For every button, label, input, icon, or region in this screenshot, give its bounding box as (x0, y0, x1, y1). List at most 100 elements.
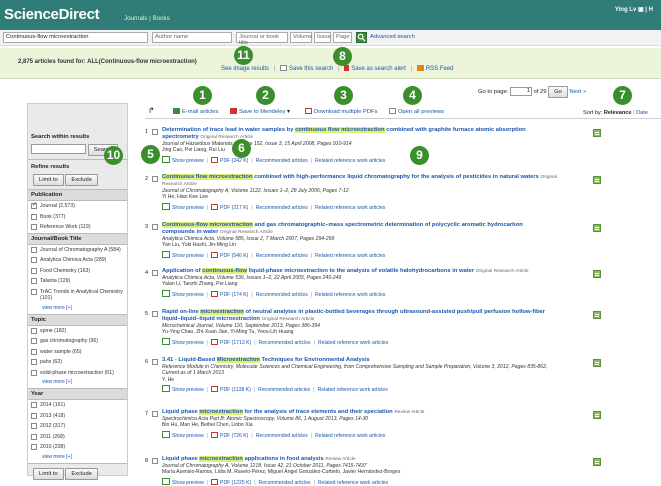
pdf-link[interactable]: PDF (726 K) (220, 433, 248, 439)
checkbox[interactable] (31, 213, 37, 220)
advanced-search-link[interactable]: Advanced search (370, 34, 415, 40)
result-title-link[interactable]: Determination of trace lead in water sam… (162, 127, 557, 141)
result-checkbox[interactable] (152, 270, 158, 276)
show-preview-link[interactable]: Show preview (172, 340, 204, 346)
result-checkbox[interactable] (152, 129, 158, 135)
result-title-link[interactable]: 3.41 - Liquid-Based Microextraction Tech… (162, 357, 557, 364)
pdf-link[interactable]: PDF (174 K) (220, 292, 248, 298)
facet-journal-item[interactable]: Talanta (129) (28, 276, 127, 287)
result-title-link[interactable]: Application of continuous-flow liquid-ph… (162, 268, 557, 275)
facet-journal[interactable]: Journal (2,573) (28, 201, 127, 212)
document-icon[interactable] (593, 458, 601, 466)
volume-input[interactable]: Volume (290, 32, 312, 43)
sciencedirect-logo[interactable]: ScienceDirect (4, 6, 100, 23)
recommended-articles-link[interactable]: Recommended articles (256, 253, 308, 259)
facet-journal-item[interactable]: Analytica Chimica Acta (289) (28, 255, 127, 266)
pdf-link[interactable]: PDF (242 K) (220, 158, 248, 164)
view-more-years-link[interactable]: view more [+] (28, 453, 127, 463)
document-icon[interactable] (593, 176, 601, 184)
show-preview-link[interactable]: Show preview (172, 387, 204, 393)
limit-to-button-bottom[interactable]: Limit to (33, 467, 64, 480)
result-title-link[interactable]: Liquid phase microextraction for the ana… (162, 409, 557, 416)
document-icon[interactable] (593, 311, 601, 319)
next-page-link[interactable]: Next » (569, 89, 586, 95)
open-previews-action[interactable]: Open all previews (389, 108, 444, 115)
download-pdfs-action[interactable]: Download multiple PDFs (305, 108, 377, 115)
pdf-link[interactable]: PDF (1138 K) (220, 387, 251, 393)
facet-book[interactable]: Book (377) (28, 212, 127, 223)
show-preview-link[interactable]: Show preview (172, 433, 204, 439)
email-articles-action[interactable]: E-mail articles (173, 108, 218, 115)
sort-date-link[interactable]: Date (636, 110, 648, 116)
facet-year-item[interactable]: 2010 (238) (28, 442, 127, 453)
show-preview-link[interactable]: Show preview (172, 158, 204, 164)
facet-journal-item[interactable]: Journal of Chromatography A (584) (28, 245, 127, 256)
save-search-link[interactable]: Save this search (289, 66, 333, 72)
document-icon[interactable] (593, 411, 601, 419)
issue-input[interactable]: Issue (314, 32, 331, 43)
result-title-link[interactable]: Liquid phase microextraction application… (162, 456, 557, 463)
pdf-link[interactable]: PDF (217 K) (220, 205, 248, 211)
facet-year-item[interactable]: 2013 (418) (28, 411, 127, 422)
result-title-link[interactable]: Continuous-flow microextraction and gas … (162, 222, 557, 236)
facet-reference-work[interactable]: Reference Work (119) (28, 222, 127, 233)
related-reference-link[interactable]: Related reference work articles (315, 292, 385, 298)
view-more-journals-link[interactable]: view more [+] (28, 304, 127, 314)
related-reference-link[interactable]: Related reference work articles (315, 253, 385, 259)
recommended-articles-link[interactable]: Recommended articles (256, 205, 308, 211)
result-checkbox[interactable] (152, 359, 158, 365)
journal-title-input[interactable]: Journal or book title (236, 32, 288, 46)
recommended-articles-link[interactable]: Recommended articles (259, 480, 311, 486)
exclude-button-bottom[interactable]: Exclude (65, 467, 98, 480)
document-icon[interactable] (593, 129, 601, 137)
result-checkbox[interactable] (152, 458, 158, 464)
sort-relevance[interactable]: Relevance (604, 110, 632, 116)
pdf-link[interactable]: PDF (546 K) (220, 253, 248, 259)
search-within-input[interactable] (31, 144, 86, 155)
exclude-button[interactable]: Exclude (65, 174, 98, 186)
related-reference-link[interactable]: Related reference work articles (315, 158, 385, 164)
related-reference-link[interactable]: Related reference work articles (315, 433, 385, 439)
author-input[interactable]: Author name (152, 32, 232, 43)
facet-year-item[interactable]: 2014 (161) (28, 400, 127, 411)
facet-topic-item[interactable]: pahs (62) (28, 357, 127, 368)
show-preview-link[interactable]: Show preview (172, 480, 204, 486)
result-checkbox[interactable] (152, 224, 158, 230)
show-preview-link[interactable]: Show preview (172, 205, 204, 211)
result-checkbox[interactable] (152, 176, 158, 182)
facet-year-item[interactable]: 2011 (268) (28, 432, 127, 443)
user-menu[interactable]: Ying Lv ▣ | H (615, 6, 653, 13)
facet-journal-item[interactable]: Food Chemistry (163) (28, 266, 127, 277)
result-checkbox[interactable] (152, 411, 158, 417)
related-reference-link[interactable]: Related reference work articles (315, 205, 385, 211)
recommended-articles-link[interactable]: Recommended articles (259, 340, 311, 346)
save-alert-link[interactable]: Save as search alert (351, 66, 406, 72)
result-title-link[interactable]: Rapid on-line microextraction of neutral… (162, 309, 557, 323)
nav-books[interactable]: Books (152, 15, 169, 22)
related-reference-link[interactable]: Related reference work articles (318, 387, 388, 393)
pdf-link[interactable]: PDF (1713 K) (220, 340, 251, 346)
select-all-arrow-icon[interactable]: ↱ (148, 106, 155, 115)
go-button[interactable]: Go (548, 86, 568, 98)
see-image-results-link[interactable]: See image results (221, 66, 269, 72)
facet-topic-item[interactable]: solid-phase microextraction (61) (28, 368, 127, 379)
limit-to-button[interactable]: Limit to (33, 174, 64, 186)
checkbox-checked[interactable] (31, 202, 37, 210)
related-reference-link[interactable]: Related reference work articles (318, 480, 388, 486)
recommended-articles-link[interactable]: Recommended articles (256, 158, 308, 164)
document-icon[interactable] (593, 359, 601, 367)
page-number-input[interactable]: 1 (509, 86, 532, 96)
document-icon[interactable] (593, 270, 601, 278)
facet-topic-item[interactable]: gas chromatography (96) (28, 336, 127, 347)
result-title-link[interactable]: Continuous flow microextraction combined… (162, 174, 557, 188)
recommended-articles-link[interactable]: Recommended articles (256, 292, 308, 298)
view-more-topics-link[interactable]: view more [+] (28, 378, 127, 388)
recommended-articles-link[interactable]: Recommended articles (258, 387, 310, 393)
facet-journal-item[interactable]: TrAC Trends in Analytical Chemistry (101… (28, 287, 127, 304)
checkbox[interactable] (31, 224, 37, 230)
facet-topic-item[interactable]: spme (182) (28, 326, 127, 337)
nav-journals[interactable]: Journals (124, 15, 147, 22)
page-input[interactable]: Page (333, 32, 352, 43)
all-fields-input[interactable]: Continuous-flow microextraction (3, 32, 148, 43)
facet-year-item[interactable]: 2012 (317) (28, 421, 127, 432)
